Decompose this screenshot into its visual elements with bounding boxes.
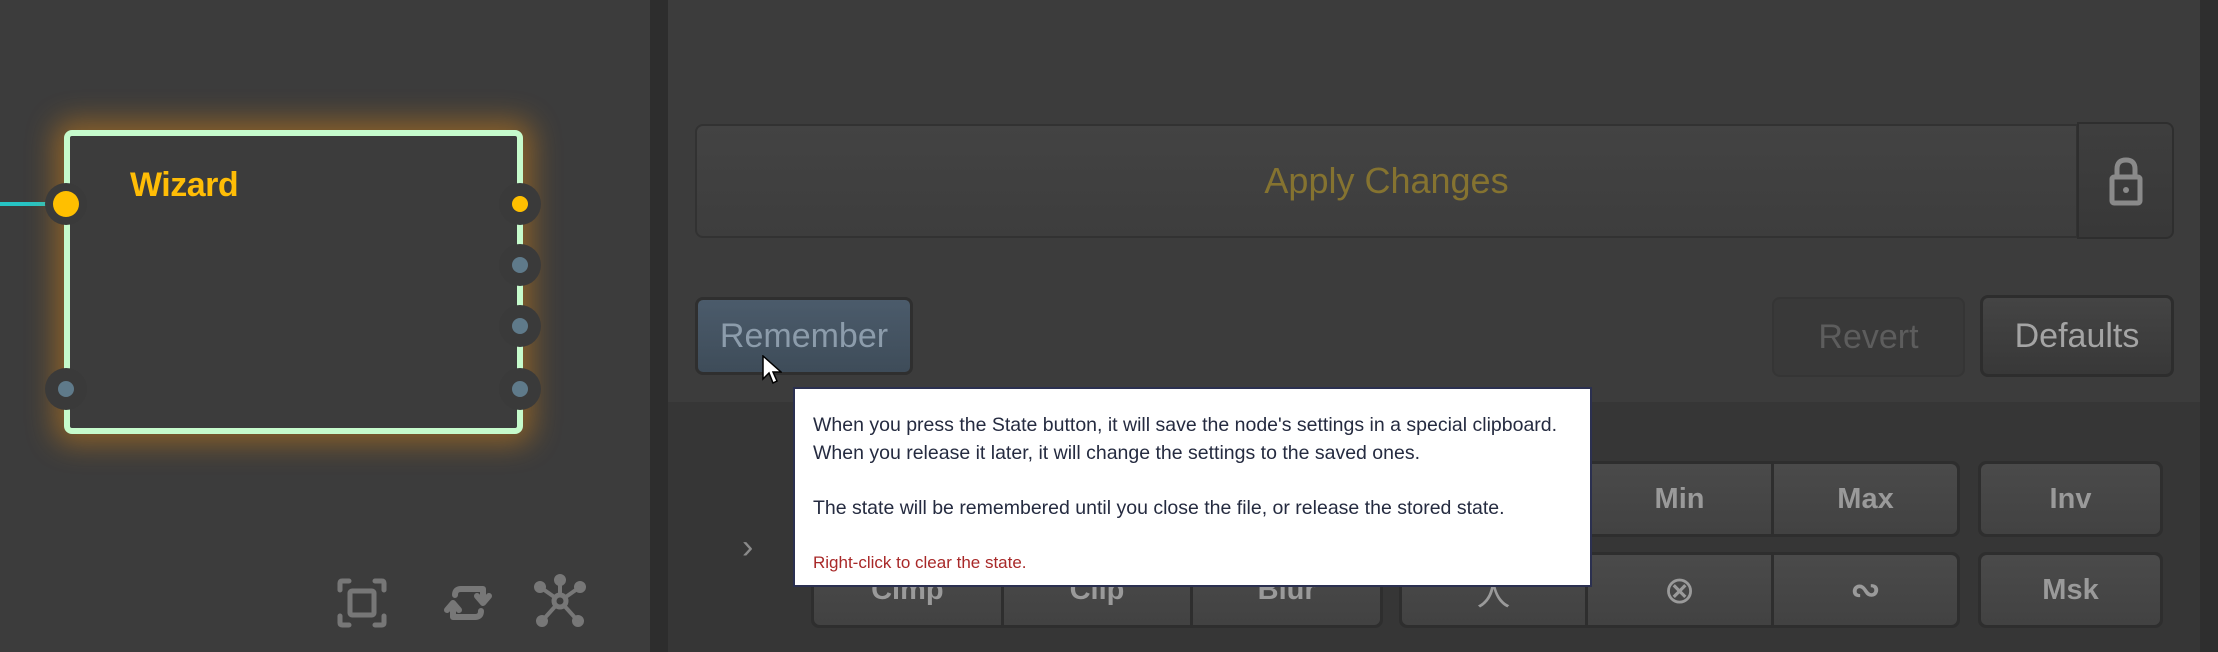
lock-button[interactable] <box>2077 122 2174 239</box>
output-port-3[interactable] <box>499 305 541 347</box>
input-port-mask[interactable] <box>45 368 87 410</box>
remember-button[interactable]: Remember <box>695 297 913 375</box>
tooltip-hint: Right-click to clear the state. <box>813 553 1027 572</box>
chevron-right-icon[interactable]: › <box>742 528 753 567</box>
max-button[interactable]: Max <box>1774 464 1957 534</box>
output-port-main[interactable] <box>499 183 541 225</box>
input-wire[interactable] <box>0 202 50 206</box>
input-port-main[interactable] <box>45 183 87 225</box>
tooltip-line: The state will be remembered until you c… <box>813 497 1505 519</box>
swap-button[interactable] <box>440 575 496 631</box>
remember-tooltip: When you press the State button, it will… <box>793 387 1592 587</box>
tool-group-right-row2: Msk <box>1978 552 2163 628</box>
defaults-button[interactable]: Defaults <box>1980 295 2174 377</box>
panel-splitter[interactable] <box>650 0 668 652</box>
output-port-2[interactable] <box>499 244 541 286</box>
circle-x-icon: ⊗ <box>1663 569 1696 612</box>
network-icon <box>534 574 586 627</box>
lock-icon <box>2109 156 2142 205</box>
swap-icon <box>444 586 492 620</box>
scrollbar[interactable] <box>2200 0 2218 652</box>
apply-changes-button[interactable]: Apply Changes <box>695 124 2078 238</box>
invert-button[interactable]: Inv <box>1981 464 2160 534</box>
apply-changes-label: Apply Changes <box>1264 160 1509 201</box>
node-title: Wizard <box>130 166 239 204</box>
network-button[interactable] <box>532 573 588 629</box>
multiply-button[interactable]: ⊗ <box>1588 555 1771 625</box>
tool-group-right-row1: Inv <box>1978 461 2163 537</box>
fit-view-icon <box>337 578 387 628</box>
fit-view-button[interactable] <box>334 575 390 631</box>
mouse-cursor-icon <box>762 355 782 385</box>
mask-button[interactable]: Msk <box>1981 555 2160 625</box>
output-port-4[interactable] <box>499 368 541 410</box>
tooltip-line: When you release it later, it will chang… <box>813 442 1421 464</box>
smooth-button[interactable]: ∾ <box>1774 555 1957 625</box>
wizard-node[interactable]: Wizard <box>64 130 523 434</box>
min-button[interactable]: Min <box>1588 464 1771 534</box>
node-graph-canvas[interactable]: Wizard <box>0 0 650 652</box>
revert-button[interactable]: Revert <box>1772 297 1965 377</box>
wave-icon: ∾ <box>1850 569 1881 610</box>
tooltip-line: When you press the State button, it will… <box>813 414 1558 436</box>
